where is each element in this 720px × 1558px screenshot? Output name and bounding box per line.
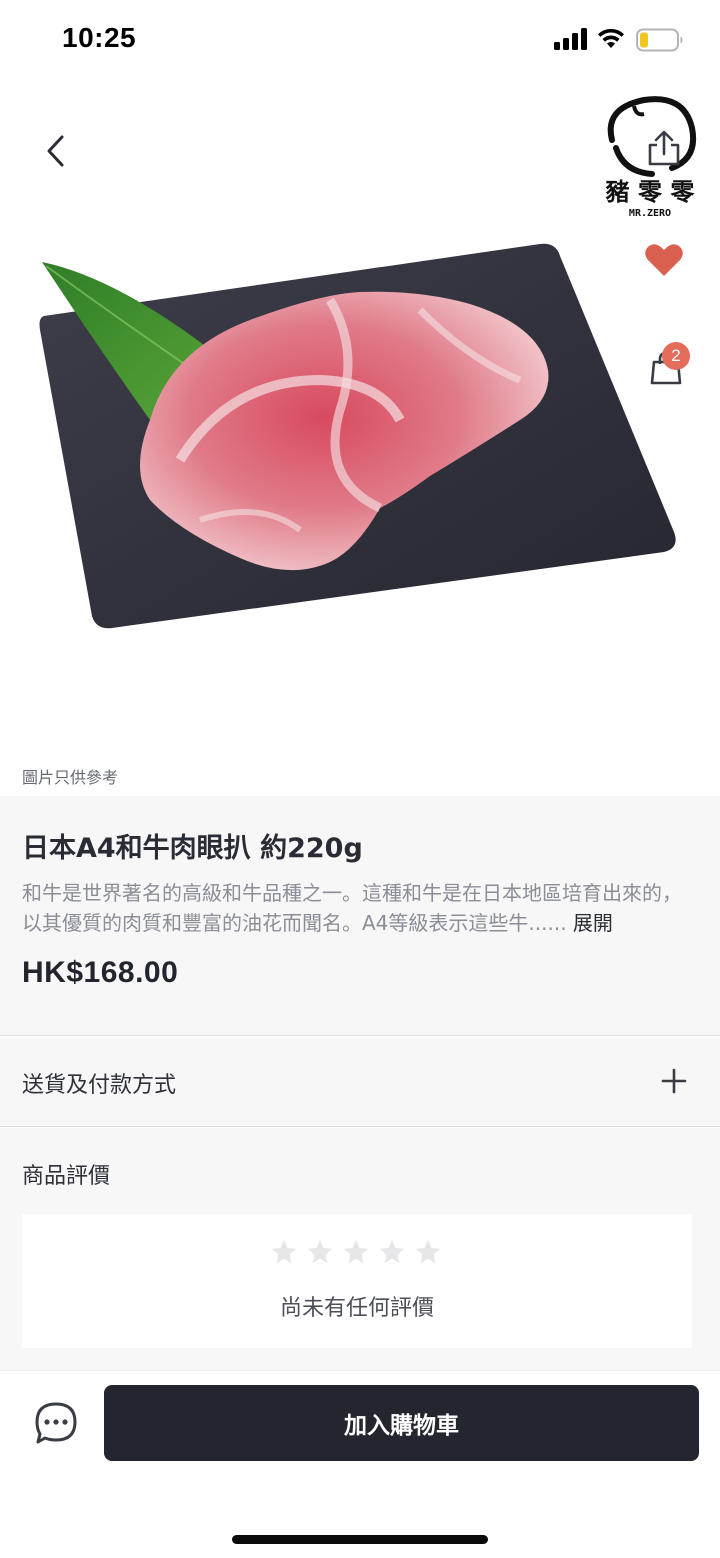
- chat-bubble-icon: [35, 1402, 77, 1444]
- battery-icon: [636, 28, 683, 52]
- reviews-card: 尚未有任何評價: [22, 1214, 692, 1348]
- product-price: HK$168.00: [22, 956, 179, 989]
- product-title: 日本A4和牛肉眼扒 約220g: [22, 833, 363, 864]
- chat-button[interactable]: [30, 1397, 82, 1449]
- delivery-payment-row[interactable]: 送貨及付款方式: [0, 1037, 720, 1127]
- expand-description-link[interactable]: 展開: [573, 911, 613, 935]
- star-icon: [415, 1239, 441, 1264]
- reviews-section: 商品評價 尚未有任何評價: [0, 1128, 720, 1370]
- add-to-cart-button[interactable]: 加入購物車: [104, 1385, 699, 1461]
- bottom-action-bar: 加入購物車: [0, 1370, 720, 1558]
- home-indicator: [232, 1535, 488, 1544]
- no-reviews-text: 尚未有任何評價: [279, 1296, 434, 1321]
- product-image-area: 豬 零 零 MR.ZERO 2 圖片只供參考: [0, 80, 720, 796]
- product-description: 和牛是世界著名的高級和牛品種之一。這種和牛是在日本地區培育出來的，以其優質的肉質…: [22, 878, 692, 938]
- image-disclaimer: 圖片只供參考: [22, 768, 119, 787]
- svg-text:MR.ZERO: MR.ZERO: [629, 208, 671, 219]
- plus-icon: [661, 1068, 687, 1094]
- cart-count-badge: 2: [662, 342, 690, 370]
- svg-text:豬 零 零: 豬 零 零: [605, 178, 696, 206]
- rating-stars: [270, 1238, 442, 1266]
- back-button[interactable]: [30, 126, 80, 176]
- star-icon: [379, 1239, 405, 1264]
- status-time: 10:25: [62, 22, 137, 53]
- product-info: 日本A4和牛肉眼扒 約220g 和牛是世界著名的高級和牛品種之一。這種和牛是在日…: [0, 796, 720, 1036]
- back-arrow-icon: [47, 135, 64, 167]
- star-icon: [271, 1239, 297, 1264]
- star-icon: [307, 1239, 333, 1264]
- heart-icon: [645, 244, 683, 276]
- reviews-title: 商品評價: [22, 1164, 111, 1189]
- status-bar: 10:25: [0, 0, 720, 80]
- wifi-icon: [598, 28, 624, 48]
- delivery-payment-label: 送貨及付款方式: [22, 1073, 177, 1098]
- share-button[interactable]: [638, 122, 690, 174]
- share-icon: [648, 130, 680, 166]
- signal-icon: [554, 28, 587, 50]
- star-icon: [343, 1239, 369, 1264]
- favorite-button[interactable]: [638, 234, 690, 286]
